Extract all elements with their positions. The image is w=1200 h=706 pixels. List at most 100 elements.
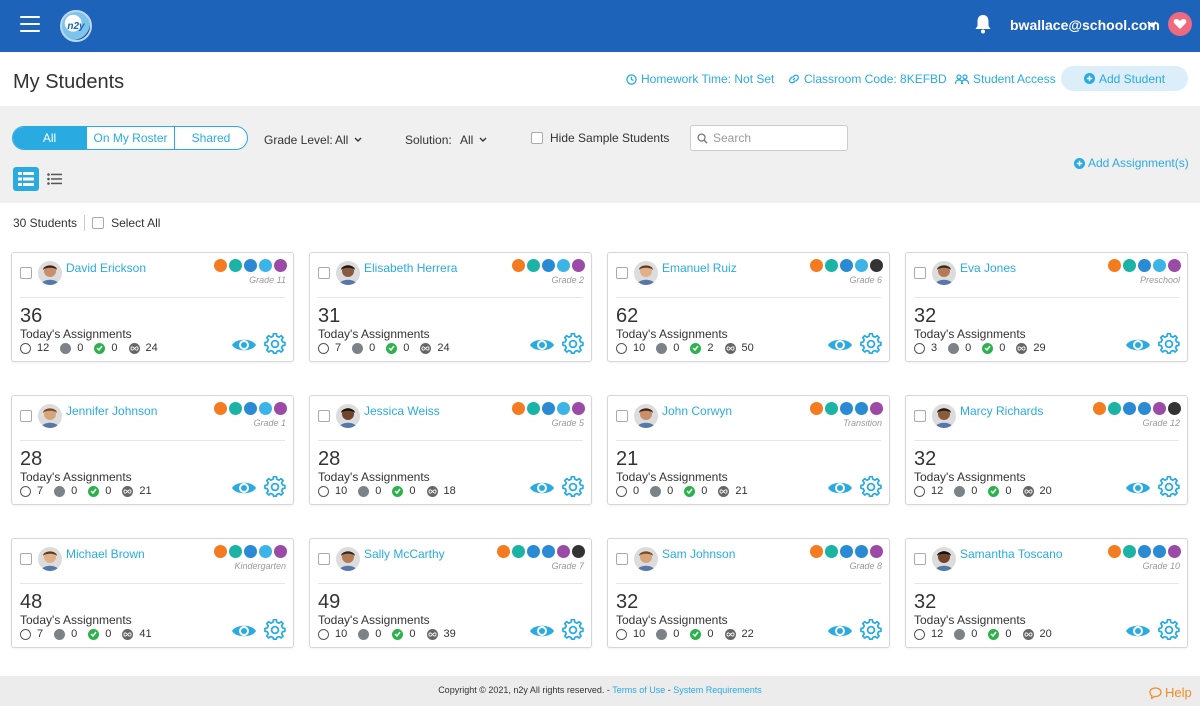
todays-assignments-label: Today's Assignments <box>914 327 1026 341</box>
view-eye-icon[interactable] <box>827 621 853 641</box>
view-eye-icon[interactable] <box>1125 478 1151 498</box>
student-checkbox[interactable] <box>914 267 926 279</box>
settings-gear-icon[interactable] <box>860 333 882 355</box>
student-name-link[interactable]: Emanuel Ruiz <box>662 261 737 275</box>
add-student-button[interactable]: Add Student <box>1061 66 1188 91</box>
settings-gear-icon[interactable] <box>1158 476 1180 498</box>
settings-gear-icon[interactable] <box>1158 619 1180 641</box>
student-card: Elisabeth Herrera Grade 2 31 Today's Ass… <box>309 252 592 362</box>
solution-badge-icon <box>244 402 257 415</box>
settings-gear-icon[interactable] <box>264 333 286 355</box>
unlimited-count: 50 <box>741 342 754 354</box>
student-name-link[interactable]: David Erickson <box>66 261 146 275</box>
hide-sample-checkbox[interactable] <box>531 132 543 144</box>
not-started-stat: 10 <box>318 485 347 497</box>
favorites-button[interactable] <box>1168 12 1192 36</box>
terms-of-use-link[interactable]: Terms of Use <box>612 685 665 695</box>
settings-gear-icon[interactable] <box>264 476 286 498</box>
divider <box>318 583 583 584</box>
help-button[interactable]: Help <box>1149 685 1192 700</box>
list-view-button[interactable] <box>44 170 64 188</box>
view-eye-icon[interactable] <box>231 335 257 355</box>
view-eye-icon[interactable] <box>827 478 853 498</box>
student-name-link[interactable]: John Corwyn <box>662 404 732 418</box>
student-name-link[interactable]: Samantha Toscano <box>960 547 1063 561</box>
user-email[interactable]: bwallace@school.com <box>1010 17 1160 33</box>
settings-gear-icon[interactable] <box>562 476 584 498</box>
grade-level-dropdown[interactable]: All <box>335 133 362 147</box>
view-eye-icon[interactable] <box>231 621 257 641</box>
in-progress-stat: 0 <box>650 485 673 497</box>
select-all-label[interactable]: Select All <box>111 216 160 230</box>
select-all-checkbox[interactable] <box>92 217 105 229</box>
menu-icon[interactable] <box>20 16 40 32</box>
in-progress-count: 0 <box>673 628 680 640</box>
settings-gear-icon[interactable] <box>264 619 286 641</box>
chevron-down-icon[interactable] <box>1146 18 1158 30</box>
todays-assignments-label: Today's Assignments <box>616 613 728 627</box>
view-eye-icon[interactable] <box>529 478 555 498</box>
segment-shared[interactable]: Shared <box>174 127 247 149</box>
settings-gear-icon[interactable] <box>860 619 882 641</box>
student-checkbox[interactable] <box>20 267 32 279</box>
infinity-icon <box>122 628 134 640</box>
homework-time-link[interactable]: Homework Time: Not Set <box>626 72 774 86</box>
settings-gear-icon[interactable] <box>562 333 584 355</box>
chevron-down-icon <box>479 137 487 142</box>
check-circle-icon <box>88 628 100 640</box>
solution-badge-icon <box>1108 259 1121 272</box>
solution-dropdown[interactable]: All <box>460 133 487 147</box>
student-checkbox[interactable] <box>20 553 32 565</box>
infinity-icon <box>1022 485 1034 497</box>
check-circle-icon <box>392 628 404 640</box>
grid-view-button[interactable] <box>13 167 39 191</box>
add-assignments-link[interactable]: Add Assignment(s) <box>1074 156 1189 170</box>
student-name-link[interactable]: Michael Brown <box>66 547 145 561</box>
classroom-code-link[interactable]: Classroom Code: 8KEFBD <box>788 72 947 86</box>
segment-on-my-roster[interactable]: On My Roster <box>86 127 174 149</box>
student-checkbox[interactable] <box>318 553 330 565</box>
view-eye-icon[interactable] <box>1125 335 1151 355</box>
view-eye-icon[interactable] <box>529 621 555 641</box>
student-checkbox[interactable] <box>616 553 628 565</box>
solution-badge-icon <box>229 402 242 415</box>
avatar <box>932 261 956 285</box>
hide-sample-students[interactable]: Hide Sample Students <box>531 131 669 145</box>
student-checkbox[interactable] <box>616 267 628 279</box>
solution-badge-icon <box>1168 545 1181 558</box>
segment-all[interactable]: All <box>13 127 86 149</box>
settings-gear-icon[interactable] <box>860 476 882 498</box>
view-eye-icon[interactable] <box>231 478 257 498</box>
student-name-link[interactable]: Sam Johnson <box>662 547 735 561</box>
settings-gear-icon[interactable] <box>1158 333 1180 355</box>
student-checkbox[interactable] <box>318 410 330 422</box>
student-name-link[interactable]: Sally McCarthy <box>364 547 445 561</box>
student-checkbox[interactable] <box>914 410 926 422</box>
app-logo[interactable]: n2y <box>60 10 92 42</box>
view-eye-icon[interactable] <box>827 335 853 355</box>
student-checkbox[interactable] <box>914 553 926 565</box>
view-eye-icon[interactable] <box>1125 621 1151 641</box>
student-name-link[interactable]: Elisabeth Herrera <box>364 261 457 275</box>
student-name-link[interactable]: Jessica Weiss <box>364 404 440 418</box>
student-checkbox[interactable] <box>20 410 32 422</box>
system-requirements-link[interactable]: System Requirements <box>673 685 762 695</box>
settings-gear-icon[interactable] <box>562 619 584 641</box>
divider <box>914 583 1179 584</box>
avatar <box>634 404 658 428</box>
solution-badge-icon <box>840 402 853 415</box>
student-checkbox[interactable] <box>616 410 628 422</box>
student-name-link[interactable]: Eva Jones <box>960 261 1016 275</box>
view-eye-icon[interactable] <box>529 335 555 355</box>
student-access-link[interactable]: Student Access <box>955 72 1056 86</box>
completed-count: 0 <box>105 628 112 640</box>
check-circle-icon <box>988 628 1000 640</box>
search-box[interactable] <box>690 125 848 151</box>
student-name-link[interactable]: Marcy Richards <box>960 404 1043 418</box>
grade-level-value: All <box>335 133 349 147</box>
solution-badge-icon <box>1153 545 1166 558</box>
search-input[interactable] <box>713 131 843 145</box>
student-name-link[interactable]: Jennifer Johnson <box>66 404 157 418</box>
notification-bell-icon[interactable] <box>974 14 992 34</box>
student-checkbox[interactable] <box>318 267 330 279</box>
